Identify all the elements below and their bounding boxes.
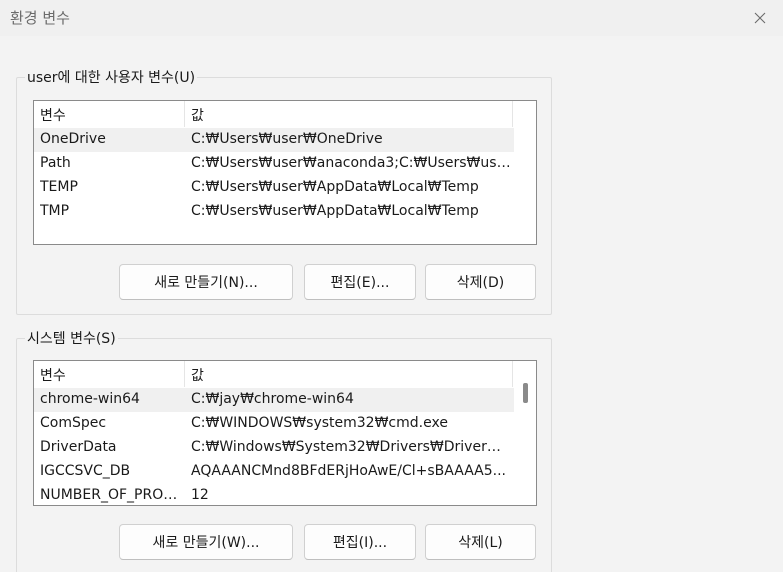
window-title: 환경 변수 — [10, 9, 70, 27]
system-new-button[interactable]: 새로 만들기(W)... — [119, 524, 293, 560]
column-header-variable[interactable]: 변수 — [40, 365, 66, 385]
table-row[interactable]: NUMBER_OF_PROC... 12 — [34, 484, 514, 505]
variable-value: C:₩jay₩chrome-win64 — [191, 391, 354, 407]
variable-value: C:₩Windows₩System32₩Drivers₩DriverData — [191, 439, 511, 455]
table-row[interactable]: Path C:₩Users₩user₩anaconda3;C:₩Users₩us… — [34, 152, 514, 176]
variable-name: ComSpec — [40, 415, 107, 431]
column-separator[interactable] — [184, 361, 185, 387]
user-variables-group: user에 대한 사용자 변수(U) 변수 값 OneDrive C:₩User… — [16, 67, 552, 315]
user-delete-button[interactable]: 삭제(D) — [425, 264, 536, 300]
variable-value: C:₩Users₩user₩OneDrive — [191, 131, 383, 147]
vertical-scrollbar[interactable] — [516, 361, 536, 505]
user-new-button[interactable]: 새로 만들기(N)... — [119, 264, 293, 300]
column-separator[interactable] — [184, 101, 185, 127]
variable-value: 12 — [191, 487, 209, 503]
title-bar: 환경 변수 — [0, 0, 783, 36]
system-variables-list[interactable]: 변수 값 chrome-win64 C:₩jay₩chrome-win64 Co… — [33, 360, 537, 506]
table-row[interactable]: chrome-win64 C:₩jay₩chrome-win64 — [34, 388, 514, 412]
column-header-value[interactable]: 값 — [191, 365, 204, 385]
variable-name: Path — [40, 155, 71, 171]
table-row[interactable]: IGCCSVC_DB AQAAANCMnd8BFdERjHoAwE/Cl+sBA… — [34, 460, 514, 484]
list-header: 변수 값 — [34, 101, 536, 127]
variable-value: AQAAANCMnd8BFdERjHoAwE/Cl+sBAAAA5... — [191, 463, 507, 479]
variable-name: NUMBER_OF_PROC... — [40, 487, 184, 503]
user-variables-label: user에 대한 사용자 변수(U) — [25, 67, 198, 87]
variable-value: C:₩WINDOWS₩system32₩cmd.exe — [191, 415, 448, 431]
system-variables-label: 시스템 변수(S) — [25, 328, 118, 348]
variable-value: C:₩Users₩user₩AppData₩Local₩Temp — [191, 179, 479, 195]
table-row[interactable]: OneDrive C:₩Users₩user₩OneDrive — [34, 128, 514, 152]
variable-name: OneDrive — [40, 131, 106, 147]
scrollbar-thumb[interactable] — [523, 383, 528, 403]
environment-variables-dialog: 환경 변수 user에 대한 사용자 변수(U) 변수 값 OneDrive C… — [0, 0, 783, 572]
system-delete-button[interactable]: 삭제(L) — [425, 524, 536, 560]
variable-name: TMP — [40, 203, 70, 219]
column-separator[interactable] — [512, 101, 513, 127]
variable-value: C:₩Users₩user₩AppData₩Local₩Temp — [191, 203, 479, 219]
table-row[interactable]: TMP C:₩Users₩user₩AppData₩Local₩Temp — [34, 200, 514, 224]
variable-name: IGCCSVC_DB — [40, 463, 131, 479]
column-header-value[interactable]: 값 — [191, 105, 204, 125]
variable-name: chrome-win64 — [40, 391, 140, 407]
user-variables-list[interactable]: 변수 값 OneDrive C:₩Users₩user₩OneDrive Pat… — [33, 100, 537, 245]
table-row[interactable]: ComSpec C:₩WINDOWS₩system32₩cmd.exe — [34, 412, 514, 436]
variable-name: TEMP — [40, 179, 78, 195]
column-header-variable[interactable]: 변수 — [40, 105, 66, 125]
variable-value: C:₩Users₩user₩anaconda3;C:₩Users₩user₩a.… — [191, 155, 511, 171]
system-variables-group: 시스템 변수(S) 변수 값 chrome-win64 C:₩jay₩chrom… — [16, 328, 552, 572]
close-button[interactable] — [737, 0, 783, 36]
variable-name: DriverData — [40, 439, 117, 455]
user-edit-button[interactable]: 편집(E)... — [304, 264, 416, 300]
system-edit-button[interactable]: 편집(I)... — [304, 524, 416, 560]
column-separator[interactable] — [512, 361, 513, 387]
list-header: 변수 값 — [34, 361, 536, 387]
table-row[interactable]: TEMP C:₩Users₩user₩AppData₩Local₩Temp — [34, 176, 514, 200]
table-row[interactable]: DriverData C:₩Windows₩System32₩Drivers₩D… — [34, 436, 514, 460]
close-icon — [754, 12, 766, 24]
